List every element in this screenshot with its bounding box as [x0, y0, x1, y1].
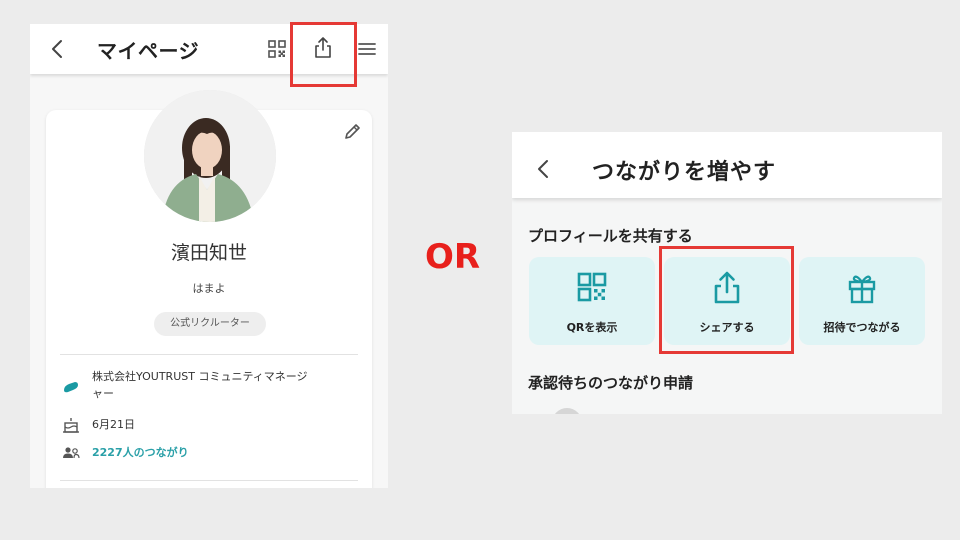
birthday-text: 6月21日: [92, 418, 135, 431]
company-line: 株式会社YOUTRUST コミュニティマネージ: [92, 370, 308, 383]
profile-card: 濱田知世 はまよ 公式リクルーター 株式会社YOUTRUST コミュニティマネー…: [46, 90, 372, 488]
profile-name: 濱田知世: [170, 242, 247, 264]
gift-icon: [848, 275, 876, 304]
menu-icon[interactable]: [357, 40, 377, 58]
connections-icon: [63, 447, 80, 459]
share-profile-heading: プロフィールを共有する: [528, 227, 693, 245]
company-icon: [64, 382, 78, 393]
profile-nickname: はまよ: [192, 282, 226, 295]
or-separator: OR: [425, 237, 481, 277]
company-line: ャー: [92, 387, 114, 400]
birthday-cake-icon: [63, 418, 79, 433]
edit-pencil-icon[interactable]: [342, 122, 362, 142]
avatar: [552, 408, 582, 414]
divider: [60, 480, 358, 481]
avatar-photo: [144, 90, 276, 222]
recruiter-badge: 公式リクルーター: [154, 312, 266, 336]
show-qr-button[interactable]: QRを表示: [529, 257, 655, 345]
page-title: マイページ: [97, 39, 200, 63]
app-header: つながりを増やす: [512, 132, 942, 198]
qr-code-icon: [577, 272, 607, 302]
back-icon[interactable]: [534, 158, 552, 180]
mypage-screen: マイページ 濱田知世 はまよ 公式リクルーター 株式会社YOUTRUST コミュ…: [30, 24, 388, 488]
tile-label: QRを表示: [566, 321, 618, 334]
highlight-box-share-button: [659, 246, 794, 354]
back-icon[interactable]: [48, 38, 68, 60]
connections-link[interactable]: 2227人のつながり: [92, 444, 189, 461]
company-text: 株式会社YOUTRUST コミュニティマネージ ャー: [92, 368, 358, 402]
highlight-box-share-icon: [290, 22, 357, 87]
pending-requests-heading: 承認待ちのつながり申請: [528, 374, 694, 392]
divider: [60, 354, 358, 355]
tile-label: 招待でつながる: [823, 321, 901, 334]
page-title: つながりを増やす: [592, 160, 777, 185]
invite-button[interactable]: 招待でつながる: [799, 257, 925, 345]
qr-code-icon[interactable]: [268, 40, 286, 58]
avatar: [144, 90, 276, 222]
